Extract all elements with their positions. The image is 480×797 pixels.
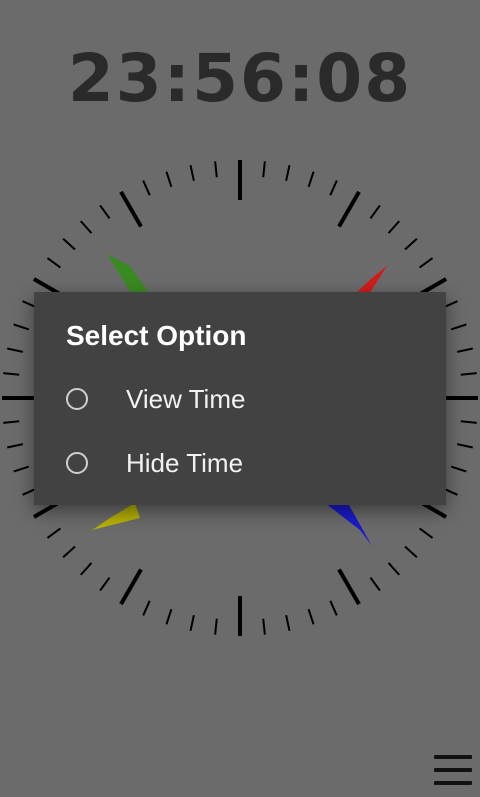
hamburger-menu-icon[interactable] bbox=[434, 755, 472, 785]
clock-tick-minor bbox=[419, 257, 434, 269]
option-label: View Time bbox=[126, 383, 246, 414]
clock-tick-minor bbox=[3, 372, 20, 376]
clock-tick-minor bbox=[329, 180, 338, 196]
clock-tick-major bbox=[337, 568, 361, 606]
clock-tick-minor bbox=[456, 347, 474, 353]
clock-tick-minor bbox=[450, 465, 467, 473]
clock-tick-minor bbox=[80, 220, 93, 234]
clock-tick-minor bbox=[165, 608, 173, 625]
clock-tick-minor bbox=[6, 443, 24, 449]
clock-tick-minor bbox=[387, 562, 400, 576]
digital-clock-time: 23:56:08 bbox=[67, 40, 413, 117]
extra-hand bbox=[325, 498, 372, 546]
clock-tick-minor bbox=[307, 608, 315, 625]
clock-tick-minor bbox=[450, 323, 467, 331]
clock-tick-minor bbox=[387, 220, 400, 234]
dialog-title: Select Option bbox=[66, 320, 247, 351]
clock-tick-minor bbox=[13, 465, 30, 473]
clock-tick-minor bbox=[262, 618, 266, 635]
clock-tick-minor bbox=[456, 443, 474, 449]
clock-tick-minor bbox=[99, 204, 111, 219]
clock-tick-major bbox=[337, 190, 361, 228]
clock-tick-minor bbox=[3, 420, 20, 424]
clock-tick-minor bbox=[404, 238, 418, 251]
clock-tick-minor bbox=[285, 164, 291, 182]
clock-tick-minor bbox=[369, 204, 381, 219]
clock-tick-minor bbox=[262, 161, 266, 178]
select-option-dialog: Select Option View Time Hide Time bbox=[34, 292, 446, 505]
clock-tick-minor bbox=[62, 238, 76, 251]
clock-tick-minor bbox=[165, 171, 173, 188]
option-label: Hide Time bbox=[126, 447, 244, 478]
option-hide-time[interactable]: Hide Time bbox=[66, 437, 426, 489]
clock-tick-minor bbox=[99, 577, 111, 592]
clock-tick-minor bbox=[460, 372, 477, 376]
clock-tick-minor bbox=[214, 618, 218, 635]
clock-tick-minor bbox=[6, 347, 24, 353]
clock-tick-minor bbox=[46, 257, 61, 269]
clock-tick-minor bbox=[13, 323, 30, 331]
clock-tick-minor bbox=[285, 614, 291, 632]
radio-button[interactable] bbox=[66, 452, 88, 474]
clock-tick-major bbox=[119, 190, 143, 228]
clock-tick-minor bbox=[46, 527, 61, 539]
clock-tick-minor bbox=[460, 420, 477, 424]
clock-tick-minor bbox=[307, 171, 315, 188]
clock-tick-minor bbox=[189, 614, 195, 632]
clock-tick-minor bbox=[189, 164, 195, 182]
clock-tick-minor bbox=[419, 527, 434, 539]
clock-tick-minor bbox=[80, 562, 93, 576]
clock-tick-minor bbox=[214, 161, 218, 178]
clock-tick-minor bbox=[369, 577, 381, 592]
second-hand bbox=[92, 503, 140, 530]
clock-tick-minor bbox=[404, 545, 418, 558]
clock-tick-major bbox=[119, 568, 143, 606]
radio-button[interactable] bbox=[66, 388, 88, 410]
clock-tick-minor bbox=[62, 545, 76, 558]
clock-tick-minor bbox=[142, 180, 151, 196]
option-view-time[interactable]: View Time bbox=[66, 373, 426, 425]
clock-tick-minor bbox=[329, 600, 338, 616]
clock-tick-minor bbox=[142, 600, 151, 616]
